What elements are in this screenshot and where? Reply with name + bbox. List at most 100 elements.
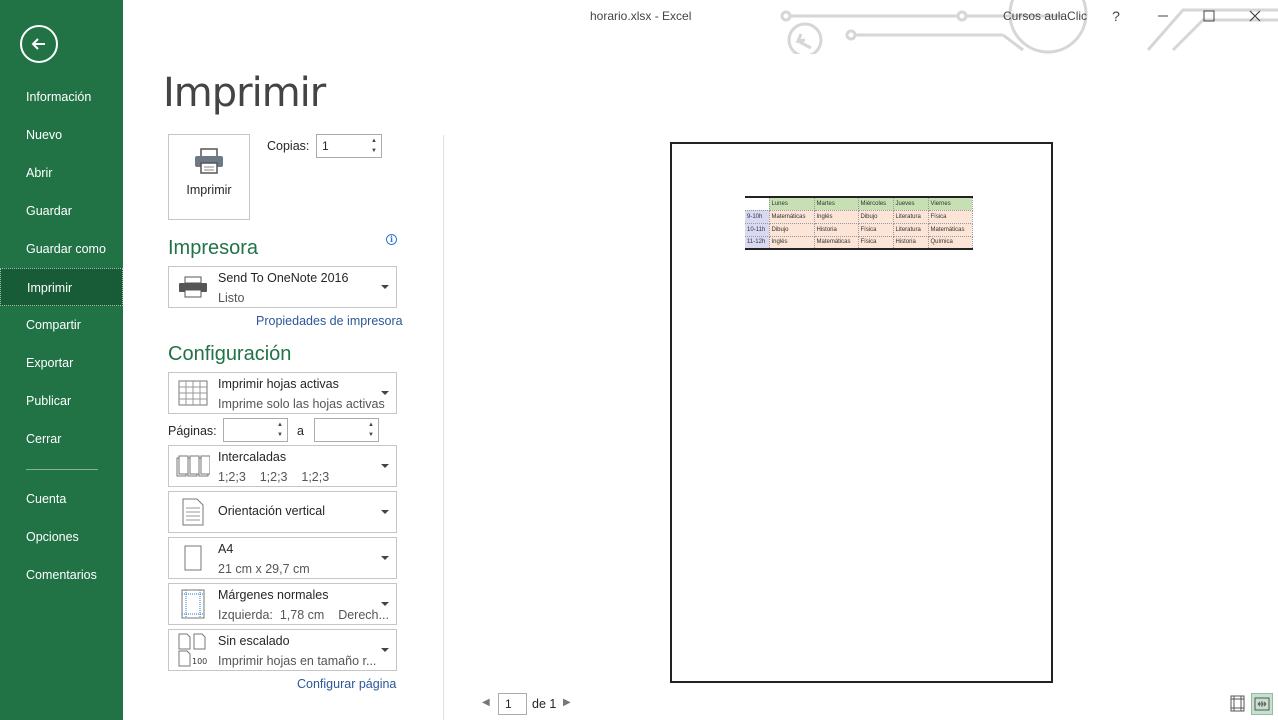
- pages-to-label: a: [297, 424, 304, 438]
- show-margins-icon: [1230, 695, 1245, 712]
- printer-icon: [179, 276, 207, 298]
- table-header-cell: [745, 197, 770, 211]
- previous-page-icon[interactable]: ◀: [482, 697, 490, 708]
- printer-section-title: Impresora: [168, 237, 259, 259]
- minimize-button[interactable]: [1148, 4, 1178, 28]
- margins-dropdown[interactable]: Márgenes normales Izquierda: 1,78 cm Der…: [168, 583, 397, 625]
- table-row: 10-11h Dibujo Historia Física Literatura…: [745, 223, 973, 237]
- sidebar-item-informacion[interactable]: Información: [0, 78, 123, 116]
- chevron-down-icon: [381, 602, 389, 606]
- back-arrow-icon: [31, 38, 45, 50]
- minimize-icon: [1158, 15, 1168, 17]
- sidebar-item-publicar[interactable]: Publicar: [0, 382, 123, 420]
- print-what-title: Imprimir hojas activas: [218, 377, 339, 391]
- margins-icon: [181, 589, 205, 619]
- sidebar-item-cuenta[interactable]: Cuenta: [0, 480, 123, 518]
- page-setup-link[interactable]: Configurar página: [297, 677, 396, 691]
- chevron-down-icon: [381, 391, 389, 395]
- pages-to-down-icon[interactable]: ▼: [366, 430, 376, 440]
- print-button[interactable]: Imprimir: [168, 134, 250, 220]
- account-name[interactable]: Cursos aulaClic: [1003, 9, 1087, 23]
- table-cell: Matemáticas: [928, 223, 973, 237]
- print-what-dropdown[interactable]: Imprimir hojas activas Imprime solo las …: [168, 372, 397, 414]
- table-cell: Dibujo: [858, 210, 894, 224]
- sidebar-divider: [26, 469, 98, 470]
- scaling-icon: 100: [178, 633, 207, 667]
- table-cell: Física: [858, 223, 894, 237]
- margins-title: Márgenes normales: [218, 588, 329, 602]
- copies-up-icon[interactable]: ▲: [369, 136, 379, 146]
- orientation-title: Orientación vertical: [218, 504, 325, 518]
- sheet-grid-icon: [178, 380, 208, 406]
- back-button[interactable]: [20, 25, 58, 63]
- orientation-dropdown[interactable]: Orientación vertical: [168, 491, 397, 533]
- preview-table: Lunes Martes Miércoles Jueves Viernes 9-…: [745, 196, 973, 250]
- maximize-button[interactable]: [1194, 4, 1224, 28]
- table-header-cell: Jueves: [893, 197, 929, 211]
- table-row: 9-10h Matemáticas Inglés Dibujo Literatu…: [745, 210, 973, 224]
- page-number-input[interactable]: 1: [498, 693, 527, 715]
- scaling-subtitle: Imprimir hojas en tamaño r...: [218, 654, 377, 668]
- collate-title: Intercaladas: [218, 450, 287, 464]
- printer-dropdown[interactable]: Send To OneNote 2016 Listo: [168, 266, 397, 308]
- zoom-to-page-button[interactable]: [1251, 693, 1273, 715]
- table-cell: Inglés: [769, 236, 815, 250]
- pages-to-up-icon[interactable]: ▲: [366, 420, 376, 430]
- printer-name: Send To OneNote 2016: [218, 271, 349, 285]
- table-row: 11-12h Inglés Matemáticas Física Histori…: [745, 236, 973, 250]
- sidebar-item-compartir[interactable]: Compartir: [0, 306, 123, 344]
- print-button-label: Imprimir: [186, 183, 232, 197]
- sidebar-item-comentarios[interactable]: Comentarios: [0, 556, 123, 594]
- table-cell: Inglés: [814, 210, 859, 224]
- sidebar-item-imprimir[interactable]: Imprimir: [0, 268, 123, 306]
- sidebar-item-nuevo[interactable]: Nuevo: [0, 116, 123, 154]
- sidebar-item-opciones[interactable]: Opciones: [0, 518, 123, 556]
- table-header-cell: Martes: [814, 197, 859, 211]
- print-what-subtitle: Imprime solo las hojas activas: [218, 397, 385, 411]
- show-margins-button[interactable]: [1229, 695, 1246, 712]
- info-icon[interactable]: i: [386, 234, 397, 245]
- pages-from-input[interactable]: ▲ ▼: [223, 418, 288, 442]
- sidebar-item-guardar-como[interactable]: Guardar como: [0, 230, 123, 268]
- pages-to-input[interactable]: ▲ ▼: [314, 418, 379, 442]
- pages-from-down-icon[interactable]: ▼: [275, 430, 285, 440]
- pages-from-up-icon[interactable]: ▲: [275, 420, 285, 430]
- sidebar-item-abrir[interactable]: Abrir: [0, 154, 123, 192]
- scaling-dropdown[interactable]: 100 Sin escalado Imprimir hojas en tamañ…: [168, 629, 397, 671]
- sidebar-item-guardar[interactable]: Guardar: [0, 192, 123, 230]
- copies-stepper[interactable]: 1 ▲ ▼: [316, 134, 382, 158]
- printer-properties-link[interactable]: Propiedades de impresora: [256, 314, 403, 328]
- paper-size-icon: [184, 545, 202, 571]
- collate-dropdown[interactable]: Intercaladas 1;2;3 1;2;3 1;2;3: [168, 445, 397, 487]
- table-cell: Historia: [893, 236, 929, 250]
- next-page-icon[interactable]: ▶: [563, 697, 571, 708]
- page-count-label: de 1: [532, 697, 557, 711]
- table-header-cell: Miércoles: [858, 197, 894, 211]
- table-cell: Física: [858, 236, 894, 250]
- printer-icon: [195, 148, 223, 174]
- svg-text:100: 100: [192, 657, 207, 666]
- sidebar-item-cerrar[interactable]: Cerrar: [0, 420, 123, 458]
- paper-size-title: A4: [218, 542, 234, 556]
- settings-section-title: Configuración: [168, 343, 292, 365]
- paper-size-dropdown[interactable]: A4 21 cm x 29,7 cm: [168, 537, 397, 579]
- table-cell: Matemáticas: [769, 210, 815, 224]
- collate-subtitle: 1;2;3 1;2;3 1;2;3: [218, 470, 330, 484]
- chevron-down-icon: [381, 285, 389, 289]
- table-header-cell: Lunes: [769, 197, 815, 211]
- close-button[interactable]: [1240, 4, 1270, 28]
- table-header-cell: Viernes: [928, 197, 973, 211]
- window-title: horario.xlsx - Excel: [590, 9, 692, 23]
- copies-label: Copias:: [267, 139, 310, 153]
- copies-down-icon[interactable]: ▼: [369, 146, 379, 156]
- table-cell: Dibujo: [769, 223, 815, 237]
- zoom-to-page-icon: [1254, 697, 1270, 711]
- table-cell: Matemáticas: [814, 236, 859, 250]
- table-cell: Literatura: [893, 210, 929, 224]
- pages-label: Páginas:: [168, 424, 217, 438]
- sidebar-item-exportar[interactable]: Exportar: [0, 344, 123, 382]
- table-cell: 11-12h: [745, 236, 770, 250]
- help-button[interactable]: ?: [1101, 4, 1131, 28]
- portrait-page-icon: [182, 498, 204, 526]
- chevron-down-icon: [381, 648, 389, 652]
